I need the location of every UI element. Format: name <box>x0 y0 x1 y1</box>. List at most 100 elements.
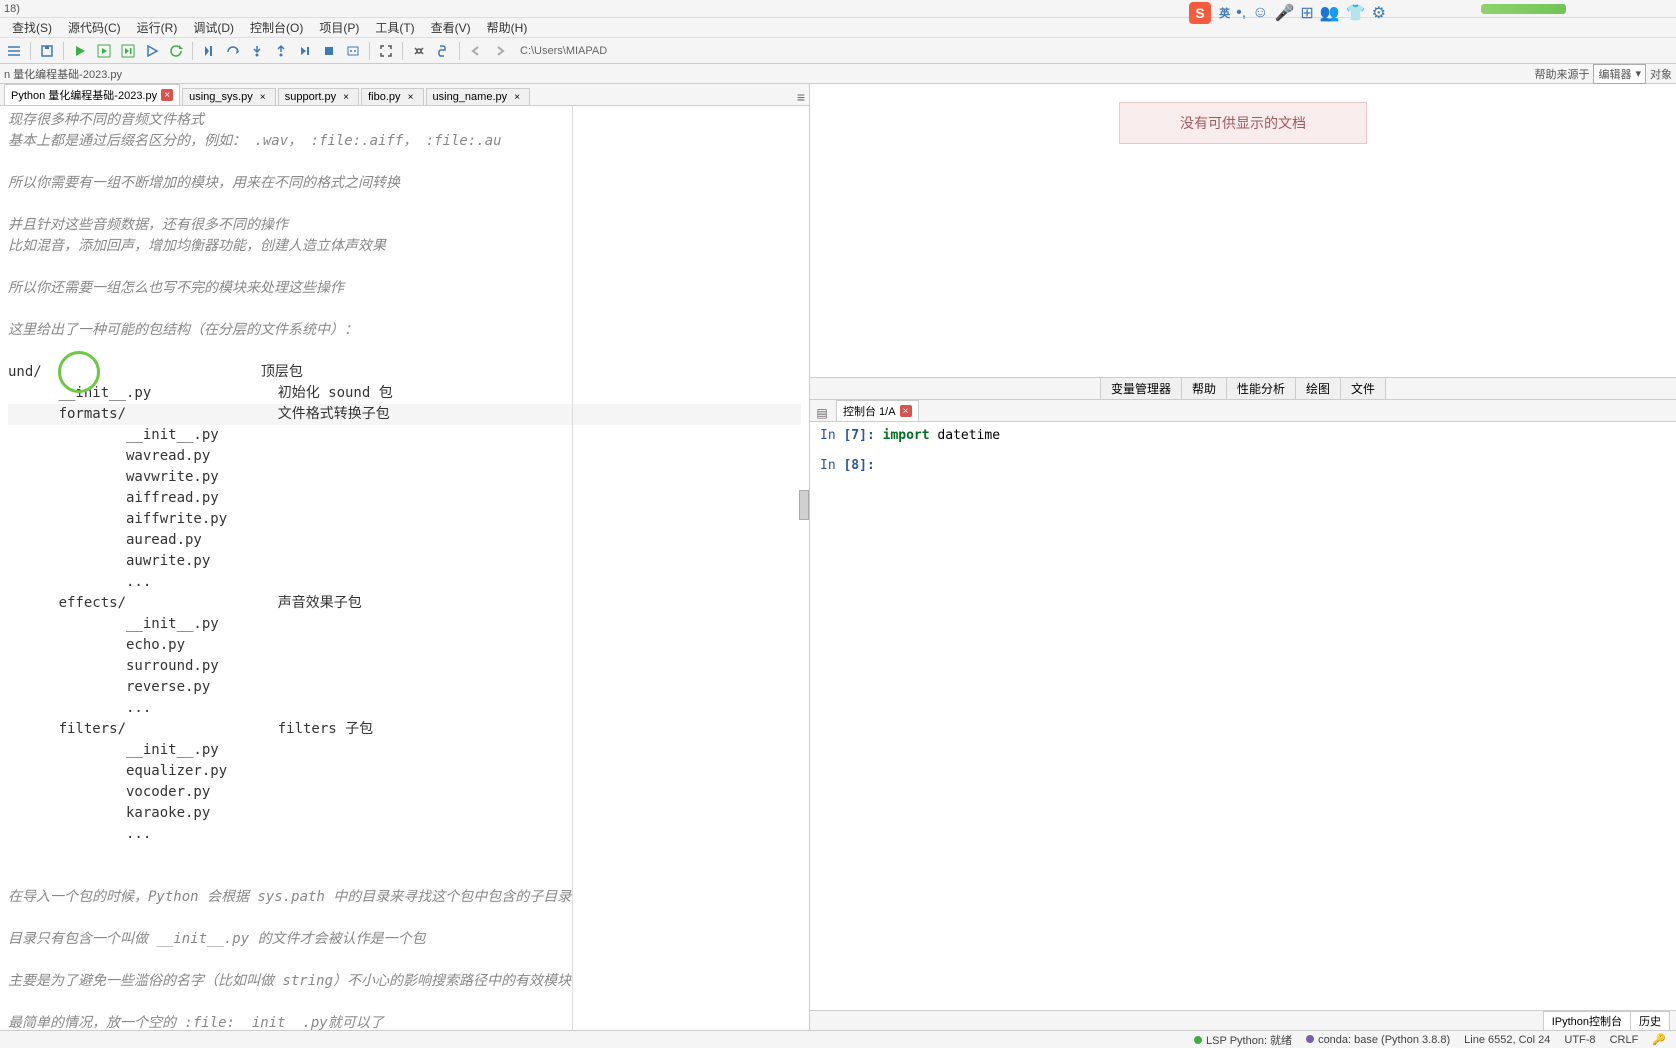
right-pane: 没有可供显示的文档 变量管理器 帮助 性能分析 绘图 文件 ▤ 控制台 1/A … <box>810 84 1676 1030</box>
menu-view[interactable]: 查看(V) <box>423 17 479 38</box>
editor-line <box>8 950 801 971</box>
back-icon[interactable] <box>466 41 486 61</box>
ime-glyph-2[interactable]: ☺ <box>1252 4 1268 22</box>
tab-using-name[interactable]: using_name.py× <box>426 88 531 105</box>
editor-line: 比如混音，添加回声，增加均衡器功能，创建人造立体声效果 <box>8 236 801 257</box>
close-icon[interactable]: × <box>161 89 173 101</box>
menu-find[interactable]: 查找(S) <box>4 17 60 38</box>
menu-icon[interactable] <box>4 41 24 61</box>
working-dir-path[interactable]: C:\Users\MIAPAD <box>514 45 1672 57</box>
step-over-icon[interactable] <box>223 41 243 61</box>
splitter-handle[interactable] <box>799 490 809 520</box>
editor-line: 所以你还需要一组怎么也写不完的模块来处理这些操作 <box>8 278 801 299</box>
tab-ipython-console[interactable]: IPython控制台 <box>1543 1011 1631 1031</box>
menu-run[interactable]: 运行(R) <box>129 17 186 38</box>
console-menu-icon[interactable]: ▤ <box>814 405 830 421</box>
editor-pane: Python 量化编程基础-2023.py× using_sys.py× sup… <box>0 84 810 1030</box>
pythonpath-icon[interactable] <box>433 41 453 61</box>
tab-history[interactable]: 历史 <box>1631 1011 1670 1031</box>
editor-line: __init__.py <box>8 425 801 446</box>
ime-glyph-7[interactable]: ⚙ <box>1372 3 1386 23</box>
tab-using-sys[interactable]: using_sys.py× <box>182 88 276 105</box>
status-lsp[interactable]: LSP Python: 就绪 <box>1194 1032 1292 1048</box>
editor-line: ... <box>8 572 801 593</box>
code-editor[interactable]: 现存很多种不同的音频文件格式基本上都是通过后缀名区分的，例如： .wav， :f… <box>0 106 809 1030</box>
close-icon[interactable]: × <box>900 405 912 417</box>
editor-line: karaoke.py <box>8 803 801 824</box>
editor-line: 基本上都是通过后缀名区分的，例如： .wav， :file:.aiff， :fi… <box>8 131 801 152</box>
run-selection-icon[interactable] <box>142 41 162 61</box>
tab-support[interactable]: support.py× <box>278 88 359 105</box>
breadcrumb[interactable]: n 量化编程基础-2023.py <box>4 66 1534 82</box>
menu-debug[interactable]: 调试(D) <box>185 17 242 38</box>
close-icon[interactable]: × <box>257 91 269 103</box>
settings-icon[interactable] <box>409 41 429 61</box>
editor-line: 这里给出了一种可能的包结构（在分层的文件系统中）： <box>8 320 801 341</box>
editor-line <box>8 152 801 173</box>
ime-glyph-6[interactable]: 👕 <box>1346 3 1366 23</box>
editor-line: surround.py <box>8 656 801 677</box>
run-icon[interactable] <box>70 41 90 61</box>
run-cell-icon[interactable] <box>94 41 114 61</box>
menu-console[interactable]: 控制台(O) <box>242 17 311 38</box>
separator <box>192 42 193 60</box>
help-tab-files[interactable]: 文件 <box>1341 377 1386 400</box>
debug-icon[interactable] <box>199 41 219 61</box>
console-line-in7: In [7]: import datetime <box>820 428 1666 443</box>
status-eol[interactable]: CRLF <box>1610 1034 1639 1046</box>
continue-icon[interactable] <box>295 41 315 61</box>
console-pane: ▤ 控制台 1/A × In [7]: import datetime In [… <box>810 400 1676 1030</box>
editor-line: wavread.py <box>8 446 801 467</box>
ime-lang[interactable]: 英 <box>1219 5 1230 21</box>
menu-source[interactable]: 源代码(C) <box>60 17 129 38</box>
close-icon[interactable]: × <box>511 91 523 103</box>
editor-line <box>8 341 801 362</box>
ime-glyph-3[interactable]: 🎤 <box>1274 3 1294 23</box>
save-icon[interactable] <box>37 41 57 61</box>
stop-icon[interactable] <box>319 41 339 61</box>
permissions-icon[interactable]: 🔑 <box>1652 1033 1666 1046</box>
help-tab-vars[interactable]: 变量管理器 <box>1100 377 1182 400</box>
ime-glyph-4[interactable]: ⊞ <box>1300 3 1313 23</box>
help-tab-help[interactable]: 帮助 <box>1182 377 1227 400</box>
ime-glyph-1[interactable]: •, <box>1236 4 1246 22</box>
editor-line: 目录只有包含一个叫做 __init__.py 的文件才会被认作是一个包 <box>8 929 801 950</box>
help-source-combo[interactable]: 编辑器 ▾ <box>1593 64 1646 84</box>
maximize-icon[interactable] <box>376 41 396 61</box>
console-tab[interactable]: 控制台 1/A × <box>836 400 919 421</box>
step-in-icon[interactable] <box>247 41 267 61</box>
menu-tools[interactable]: 工具(T) <box>367 17 422 38</box>
tab-fibo[interactable]: fibo.py× <box>361 88 423 105</box>
status-line-col[interactable]: Line 6552, Col 24 <box>1464 1034 1550 1046</box>
close-icon[interactable]: × <box>405 91 417 103</box>
menu-project[interactable]: 项目(P) <box>311 17 367 38</box>
separator <box>63 42 64 60</box>
help-tab-profiler[interactable]: 性能分析 <box>1227 377 1296 400</box>
window-control-bar[interactable] <box>1481 4 1566 14</box>
editor-line: 最简单的情况，放一个空的 :file:__init__.py就可以了 <box>8 1013 801 1030</box>
tab-options-icon[interactable]: ≡ <box>797 89 805 105</box>
editor-line: __init__.py <box>8 614 801 635</box>
menu-help[interactable]: 帮助(H) <box>479 17 536 38</box>
step-out-icon[interactable] <box>271 41 291 61</box>
run-cell-next-icon[interactable] <box>118 41 138 61</box>
close-icon[interactable]: × <box>340 91 352 103</box>
title-version: 18) <box>4 3 20 15</box>
help-tab-plots[interactable]: 绘图 <box>1296 377 1341 400</box>
editor-line: ... <box>8 824 801 845</box>
ime-glyph-5[interactable]: 👥 <box>1320 3 1340 23</box>
tab-main[interactable]: Python 量化编程基础-2023.py× <box>4 84 180 105</box>
editor-ruler <box>572 106 573 1030</box>
ime-logo-icon[interactable]: S <box>1189 2 1211 24</box>
ipython-console[interactable]: In [7]: import datetime In [8]: <box>810 422 1676 1010</box>
status-conda[interactable]: conda: base (Python 3.8.8) <box>1306 1034 1450 1046</box>
breakpoint-icon[interactable] <box>343 41 363 61</box>
help-source-label: 帮助来源于 <box>1534 66 1589 82</box>
led-purple-icon <box>1306 1035 1314 1043</box>
status-encoding[interactable]: UTF-8 <box>1564 1034 1595 1046</box>
editor-line: 现存很多种不同的音频文件格式 <box>8 110 801 131</box>
console-bottom-tabs: IPython控制台 历史 <box>810 1010 1676 1030</box>
forward-icon[interactable] <box>490 41 510 61</box>
rerun-icon[interactable] <box>166 41 186 61</box>
editor-line: 并且针对这些音频数据，还有很多不同的操作 <box>8 215 801 236</box>
